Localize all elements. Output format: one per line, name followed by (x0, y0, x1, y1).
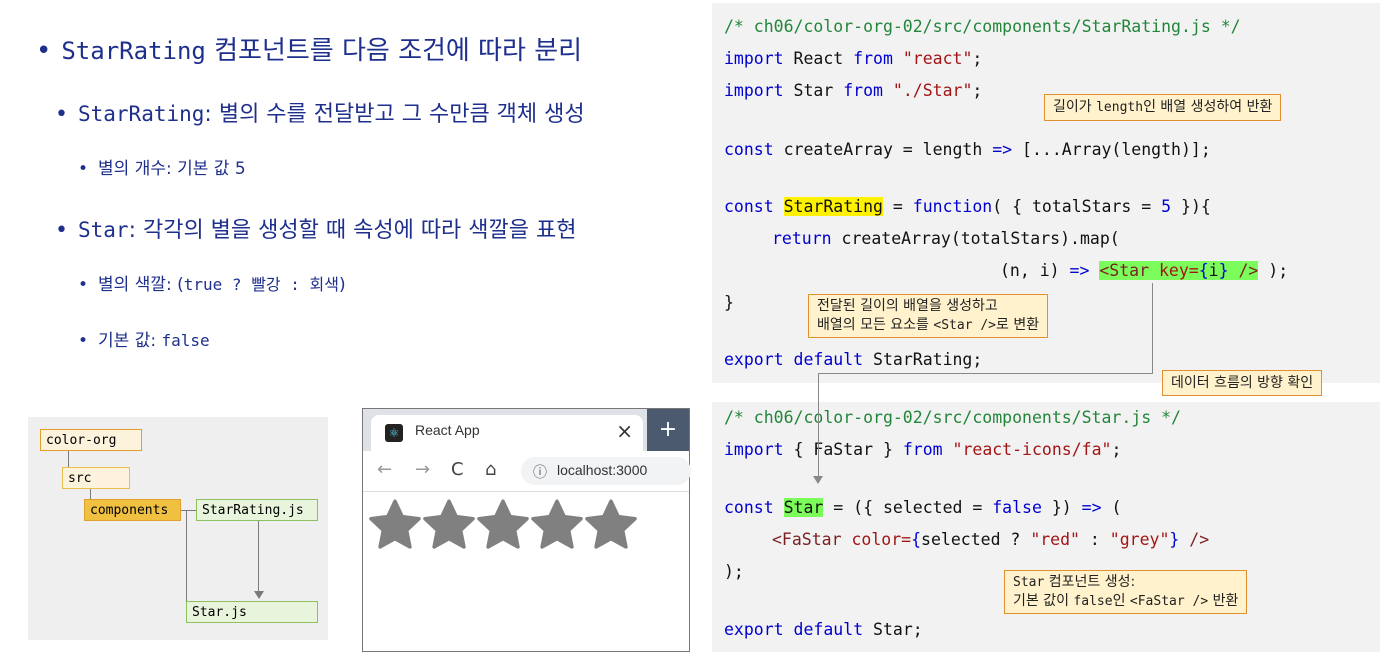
flow-arrow-head (813, 476, 823, 484)
tree-line (186, 510, 187, 612)
tree-arrow-line (258, 521, 259, 593)
star-icon[interactable] (419, 497, 479, 553)
code-line: ); (724, 562, 744, 581)
bullet-level2-starrating: • StarRating: 별의 수를 전달받고 그 수만큼 객체 생성 (55, 102, 585, 127)
highlight-star: Star (783, 498, 824, 517)
new-tab-button[interactable]: + (647, 409, 689, 451)
bullet-code: StarRating (61, 37, 206, 65)
folder-src: src (62, 467, 130, 489)
tree-arrow-head (254, 591, 264, 599)
code-comment: /* ch06/color-org-02/src/components/Star… (724, 17, 1241, 36)
star-icon[interactable] (527, 497, 587, 553)
code-line: export default Star; (724, 620, 923, 639)
file-starrating: StarRating.js (196, 499, 318, 521)
code-block-star: /* ch06/color-org-02/src/components/Star… (712, 402, 1380, 652)
star-icon[interactable] (473, 497, 533, 553)
react-icon: ⚛ (385, 424, 403, 442)
browser-tab[interactable]: ⚛ React App × (371, 415, 643, 451)
forward-icon[interactable]: → (415, 459, 430, 480)
highlight-starrating: StarRating (783, 197, 883, 216)
info-icon[interactable]: ⓘ (533, 462, 547, 482)
browser-toolbar: ← → C ⌂ ⓘ localhost:3000 (363, 451, 691, 492)
note-star-component: Star 컴포넌트 생성: 기본 값이 false인 <FaStar /> 반환 (1004, 570, 1248, 614)
close-icon[interactable]: × (616, 419, 633, 443)
star-icon[interactable] (365, 497, 425, 553)
code-comment: /* ch06/color-org-02/src/components/Star… (724, 408, 1181, 427)
reload-icon[interactable]: C (451, 459, 464, 480)
folder-tree: color-org src components StarRating.js S… (28, 417, 328, 640)
star-rating-output (365, 497, 637, 557)
bullet-level3-star-color: • 별의 색깔: (true ? 빨강 : 회색) (78, 275, 346, 295)
bullet-text: 별의 색깔: ( (98, 275, 184, 295)
browser-window: ⚛ React App × + ← → C ⌂ ⓘ localhost:3000 (362, 408, 691, 652)
flow-line (1152, 283, 1153, 373)
code-line: (n, i) => <Star key={i} /> ); (1000, 261, 1289, 280)
bullet-text: 별의 개수: 기본 값 5 (98, 159, 246, 179)
url-text: localhost:3000 (557, 462, 648, 478)
folder-components: components (84, 499, 181, 521)
folder-color-org: color-org (40, 429, 142, 451)
tab-title: React App (415, 422, 480, 438)
code-line: } (724, 293, 734, 312)
code-line: return createArray(totalStars).map( (772, 229, 1120, 248)
tree-line (181, 510, 196, 511)
bullet-text: 컴포넌트를 다음 조건에 따라 분리 (205, 36, 583, 66)
bullet-code: Star (77, 218, 129, 242)
bullet-level3-star-count: • 별의 개수: 기본 값 5 (78, 159, 246, 179)
code-line: export default StarRating; (724, 350, 983, 369)
note-map-star: 전달된 길이의 배열을 생성하고 배열의 모든 요소를 <Star />로 변환 (808, 294, 1049, 338)
code-line: import { FaStar } from "react-icons/fa"; (724, 440, 1122, 459)
bullet-level1: • StarRating 컴포넌트를 다음 조건에 따라 분리 (36, 36, 583, 66)
highlight-star-jsx: <Star key={i} /> (1099, 261, 1259, 280)
code-line: const Star = ({ selected = false }) => ( (724, 498, 1122, 517)
flow-line (818, 373, 1153, 374)
bullet-code: false (161, 331, 210, 350)
bullet-level2-star: • Star: 각각의 별을 생성할 때 속성에 따라 색깔을 표현 (55, 218, 577, 243)
address-bar[interactable]: ⓘ localhost:3000 (521, 457, 691, 485)
bullet-text: : 별의 수를 전달받고 그 수만큼 객체 생성 (204, 102, 585, 127)
bullet-text: 기본 값: (98, 331, 162, 351)
note-create-array: 길이가 length인 배열 생성하여 반환 (1044, 94, 1282, 121)
code-line: import React from "react"; (724, 49, 983, 68)
bullet-text: : 각각의 별을 생성할 때 속성에 따라 색깔을 표현 (128, 218, 577, 243)
code-line: <FaStar color={selected ? "red" : "grey"… (772, 530, 1210, 549)
code-line: import Star from "./Star"; (724, 81, 983, 100)
note-data-flow: 데이터 흐름의 방향 확인 (1162, 370, 1323, 396)
star-icon[interactable] (581, 497, 641, 553)
file-star: Star.js (186, 601, 318, 623)
bullet-code: true ? 빨강 : 회색 (183, 275, 339, 294)
bullet-code: StarRating (77, 102, 205, 126)
back-icon[interactable]: ← (377, 459, 392, 480)
code-line: const StarRating = function( { totalStar… (724, 197, 1211, 216)
bullet-level3-default: • 기본 값: false (78, 331, 210, 351)
flow-line (818, 373, 819, 478)
code-line: const createArray = length => [...Array(… (724, 140, 1211, 159)
home-icon[interactable]: ⌂ (485, 459, 496, 480)
browser-titlebar: ⚛ React App × + (363, 409, 689, 451)
bullet-text: ) (338, 275, 346, 295)
